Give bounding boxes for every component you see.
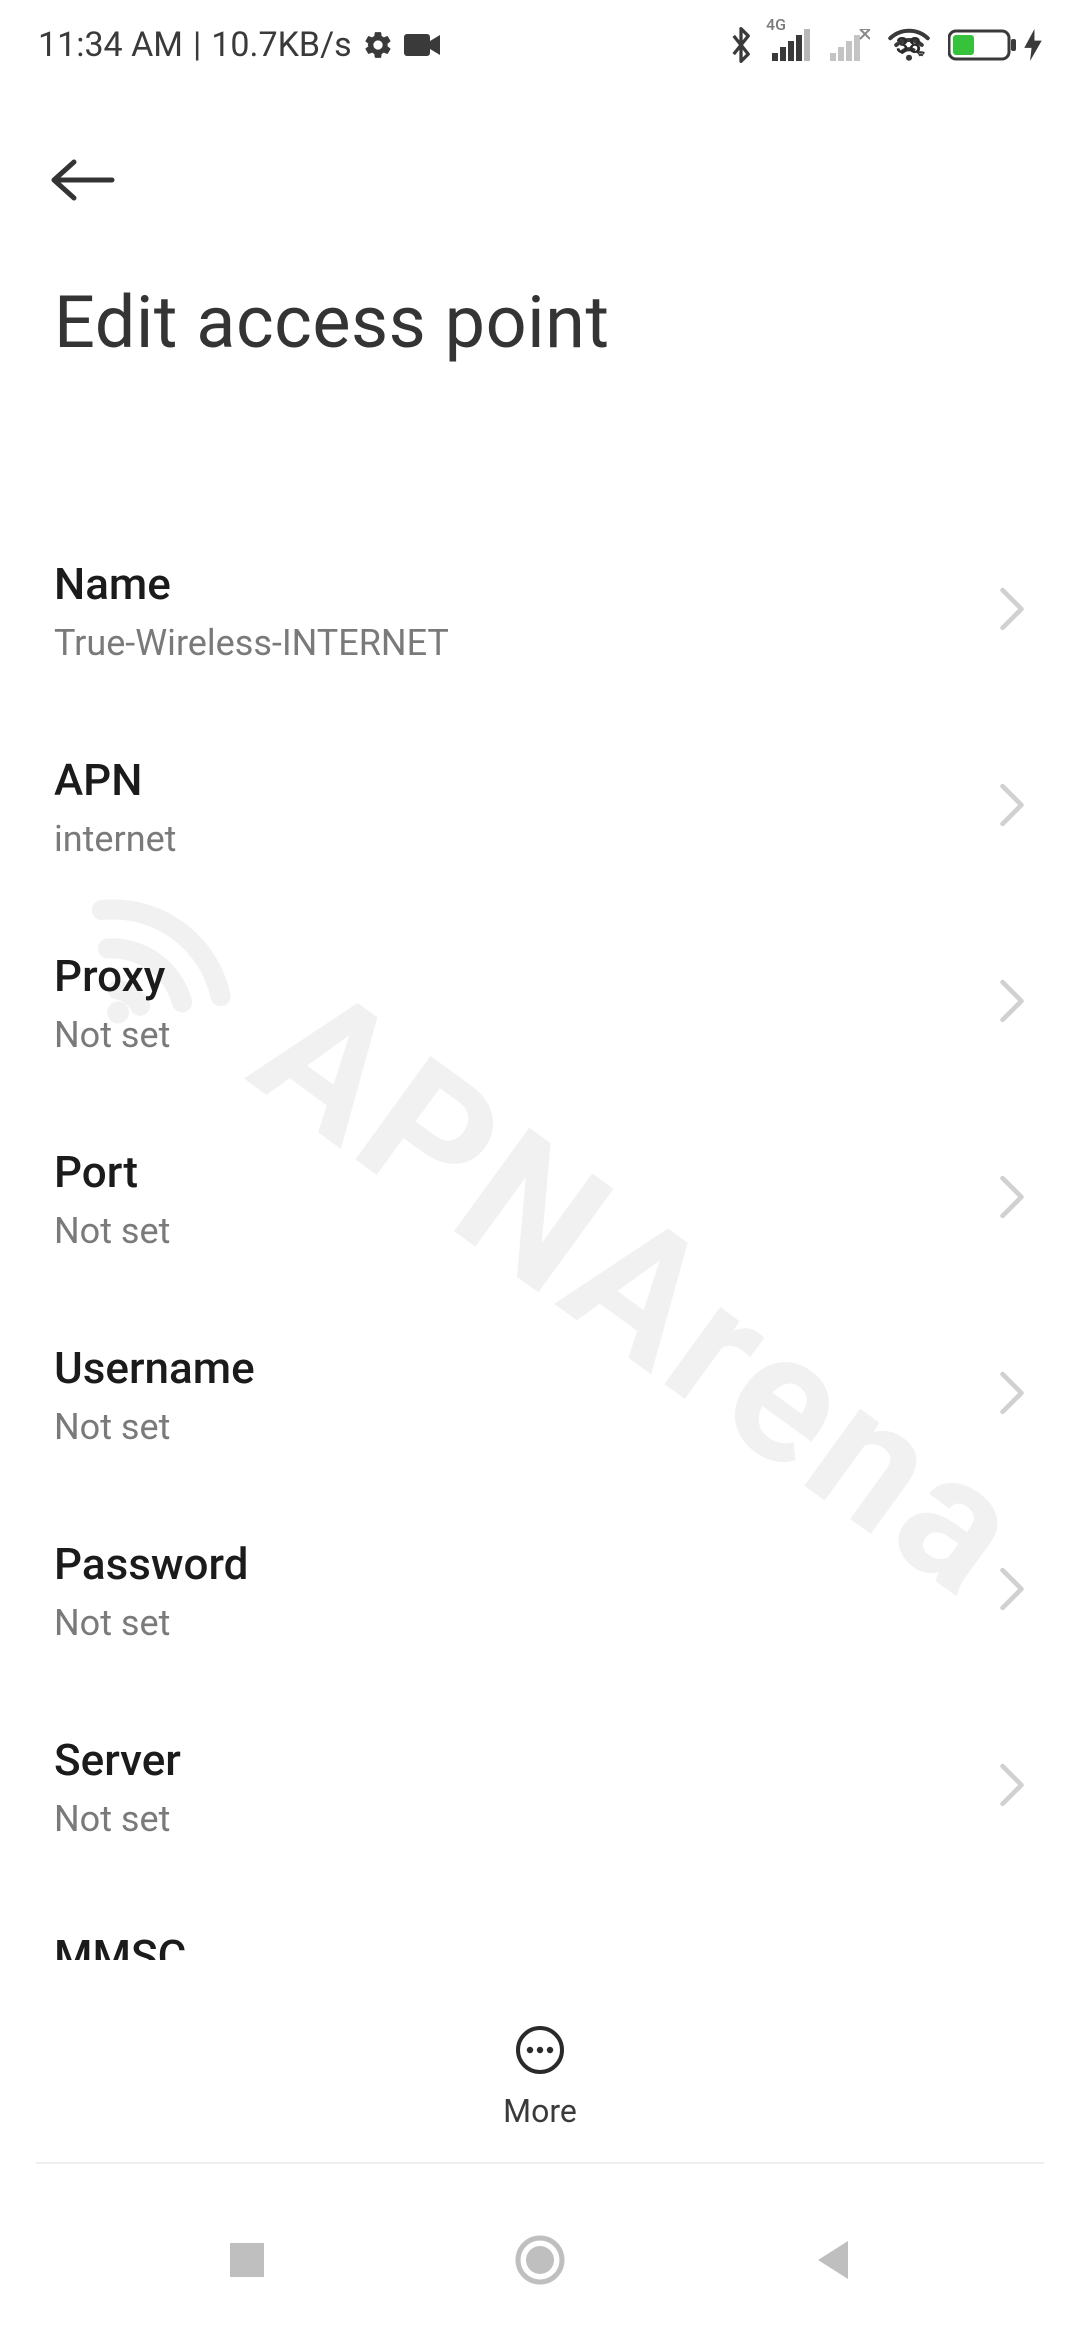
battery-percent: 38	[896, 34, 921, 59]
triangle-left-icon	[812, 2237, 854, 2283]
chevron-right-icon	[998, 979, 1026, 1027]
back-button[interactable]	[42, 140, 122, 220]
setting-row-password[interactable]: Password Not set	[0, 1500, 1080, 1682]
chevron-right-icon	[998, 1959, 1026, 1960]
arrow-left-icon	[46, 156, 118, 204]
header: Edit access point	[0, 120, 1080, 365]
status-separator: |	[193, 25, 201, 65]
square-icon	[226, 2239, 268, 2281]
settings-icon	[362, 29, 394, 61]
setting-label: Name	[54, 558, 978, 610]
nav-back-button[interactable]	[788, 2215, 878, 2305]
setting-row-proxy[interactable]: Proxy Not set	[0, 912, 1080, 1094]
status-time: 11:34 AM	[38, 25, 183, 65]
settings-list: Name True-Wireless-INTERNET APN internet…	[0, 520, 1080, 1960]
setting-value: Not set	[54, 1798, 978, 1840]
status-bar: 11:34 AM | 10.7KB/s 4G	[0, 0, 1080, 90]
nav-home-button[interactable]	[495, 2215, 585, 2305]
setting-row-mmsc[interactable]: MMSC Not set	[0, 1892, 1080, 1960]
setting-value: Not set	[54, 1210, 978, 1252]
status-right: 4G	[728, 25, 1042, 65]
setting-label: Port	[54, 1146, 978, 1198]
cellular-signal-2-icon	[830, 29, 870, 61]
charging-icon	[1024, 29, 1042, 61]
more-label: More	[503, 2092, 577, 2130]
nav-recents-button[interactable]	[202, 2215, 292, 2305]
setting-row-port[interactable]: Port Not set	[0, 1108, 1080, 1290]
bottom-action-bar: More	[0, 1990, 1080, 2160]
setting-row-apn[interactable]: APN internet	[0, 716, 1080, 898]
setting-value: Not set	[54, 1602, 978, 1644]
setting-value: True-Wireless-INTERNET	[54, 622, 978, 664]
more-button[interactable]: More	[503, 2022, 577, 2130]
setting-row-username[interactable]: Username Not set	[0, 1304, 1080, 1486]
status-left: 11:34 AM | 10.7KB/s	[38, 25, 440, 65]
bottom-divider	[36, 2162, 1044, 2164]
chevron-right-icon	[998, 1175, 1026, 1223]
setting-label: Proxy	[54, 950, 978, 1002]
setting-value: Not set	[54, 1014, 978, 1056]
setting-label: Username	[54, 1342, 978, 1394]
bluetooth-icon	[728, 25, 754, 65]
status-net-speed: 10.7KB/s	[211, 25, 351, 65]
setting-label: Password	[54, 1538, 978, 1590]
page-title: Edit access point	[54, 280, 1026, 365]
setting-label: APN	[54, 754, 978, 806]
system-nav-bar	[0, 2180, 1080, 2340]
cellular-signal-1-icon: 4G	[772, 29, 812, 61]
chevron-right-icon	[998, 1371, 1026, 1419]
setting-row-server[interactable]: Server Not set	[0, 1696, 1080, 1878]
chevron-right-icon	[998, 783, 1026, 831]
chevron-right-icon	[998, 1763, 1026, 1811]
network-type-badge: 4G	[766, 15, 786, 34]
chevron-right-icon	[998, 587, 1026, 635]
battery-indicator: 38	[948, 28, 1042, 62]
setting-value: Not set	[54, 1406, 978, 1448]
setting-label: MMSC	[54, 1930, 978, 1960]
setting-row-name[interactable]: Name True-Wireless-INTERNET	[0, 520, 1080, 702]
chevron-right-icon	[998, 1567, 1026, 1615]
setting-label: Server	[54, 1734, 978, 1786]
setting-value: internet	[54, 818, 978, 860]
more-icon	[512, 2022, 568, 2082]
circle-icon	[512, 2232, 568, 2288]
camera-icon	[404, 32, 440, 58]
